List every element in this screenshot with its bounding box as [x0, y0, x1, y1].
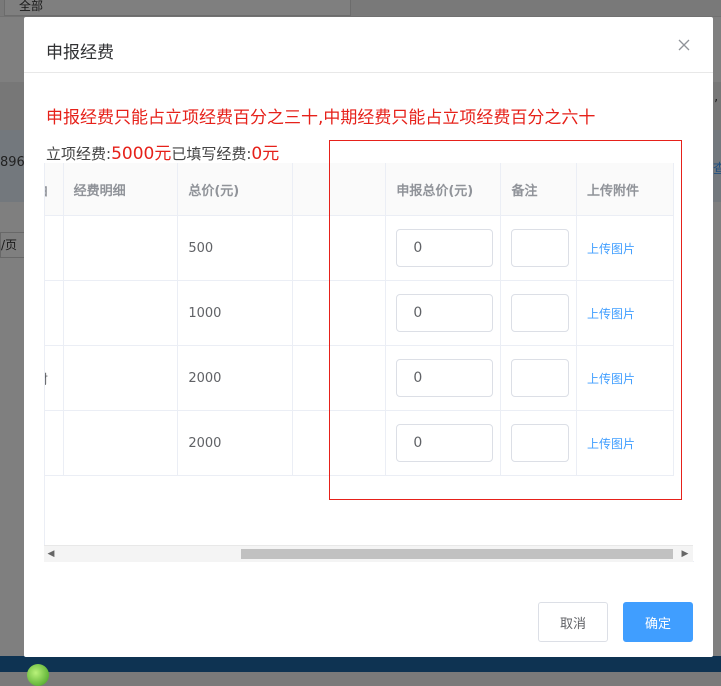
cell-remark	[500, 280, 578, 346]
cell-detail	[63, 215, 179, 281]
horizontal-scrollbar[interactable]: ◀ ▶	[44, 545, 693, 562]
dialog-header: 申报经费	[24, 17, 713, 73]
column-header-remark: 备注	[500, 163, 578, 216]
cell-upload: 上传图片	[576, 345, 674, 411]
declare-funds-dialog: 申报经费 申报经费只能占立项经费百分之三十,中期经费只能占立项经费百分之六十 立…	[24, 17, 713, 657]
expense-table-container: 由 经费明细 总价(元) 申报总价(元) 备注 上传附件 500	[44, 163, 694, 562]
remark-input[interactable]	[511, 424, 570, 462]
close-icon[interactable]	[676, 37, 692, 53]
column-header-blank	[292, 163, 387, 216]
column-header-detail: 经费明细	[63, 163, 179, 216]
cell-detail	[63, 280, 179, 346]
cell-declared	[385, 215, 502, 281]
cell-total: 2000	[177, 410, 293, 476]
table-row: 2000 上传图片	[45, 410, 674, 476]
upload-image-link[interactable]: 上传图片	[587, 307, 635, 321]
scrollbar-thumb[interactable]	[241, 549, 673, 559]
remark-input[interactable]	[511, 359, 570, 397]
scroll-right-icon[interactable]: ▶	[680, 549, 690, 559]
expense-table: 由 经费明细 总价(元) 申报总价(元) 备注 上传附件 500	[45, 163, 674, 476]
declared-total-input[interactable]	[396, 229, 494, 267]
cell-total: 1000	[177, 280, 293, 346]
cell-declared	[385, 410, 502, 476]
declared-total-input[interactable]	[396, 359, 494, 397]
cell-blank	[292, 280, 387, 346]
cell-blank	[292, 410, 387, 476]
table-header-row: 由 经费明细 总价(元) 申报总价(元) 备注 上传附件	[45, 163, 674, 216]
cell-total: 500	[177, 215, 293, 281]
os-taskbar	[0, 656, 721, 672]
cell-detail	[63, 410, 179, 476]
cell-detail	[63, 345, 179, 411]
cell-upload: 上传图片	[576, 280, 674, 346]
cell-remark	[500, 345, 578, 411]
scroll-left-icon[interactable]: ◀	[46, 549, 56, 559]
cell-reason	[45, 280, 64, 346]
cell-declared	[385, 280, 502, 346]
filled-budget-label: 已填写经费:	[171, 145, 252, 163]
cell-declared	[385, 345, 502, 411]
cell-remark	[500, 215, 578, 281]
funding-limit-notice: 申报经费只能占立项经费百分之三十,中期经费只能占立项经费百分之六十	[46, 108, 596, 128]
cell-upload: 上传图片	[576, 215, 674, 281]
remark-input[interactable]	[511, 229, 570, 267]
approved-budget-label: 立项经费:	[46, 145, 112, 163]
filled-budget-value: 0元	[251, 144, 280, 164]
cell-blank	[292, 215, 387, 281]
cell-reason	[45, 410, 64, 476]
column-header-upload: 上传附件	[576, 163, 674, 216]
table-row: 500 上传图片	[45, 215, 674, 281]
cell-total: 2000	[177, 345, 293, 411]
dialog-title: 申报经费	[46, 43, 114, 63]
cell-blank	[292, 345, 387, 411]
upload-image-link[interactable]: 上传图片	[587, 372, 635, 386]
table-row: 1000 上传图片	[45, 280, 674, 346]
table-row: 材 2000 上传图片	[45, 345, 674, 411]
declared-total-input[interactable]	[396, 424, 494, 462]
upload-image-link[interactable]: 上传图片	[587, 437, 635, 451]
column-header-reason: 由	[45, 163, 64, 216]
budget-summary: 立项经费:5000元已填写经费:0元	[46, 139, 279, 164]
cell-remark	[500, 410, 578, 476]
column-header-total: 总价(元)	[177, 163, 293, 216]
column-header-declared-total: 申报总价(元)	[385, 163, 502, 216]
remark-input[interactable]	[511, 294, 570, 332]
upload-image-link[interactable]: 上传图片	[587, 242, 635, 256]
cell-upload: 上传图片	[576, 410, 674, 476]
cell-reason	[45, 215, 64, 281]
confirm-button[interactable]: 确定	[623, 602, 693, 642]
cancel-button[interactable]: 取消	[538, 602, 608, 642]
start-button-icon[interactable]	[27, 664, 49, 686]
cell-reason: 材	[45, 345, 64, 411]
declared-total-input[interactable]	[396, 294, 494, 332]
approved-budget-value: 5000元	[111, 144, 172, 164]
